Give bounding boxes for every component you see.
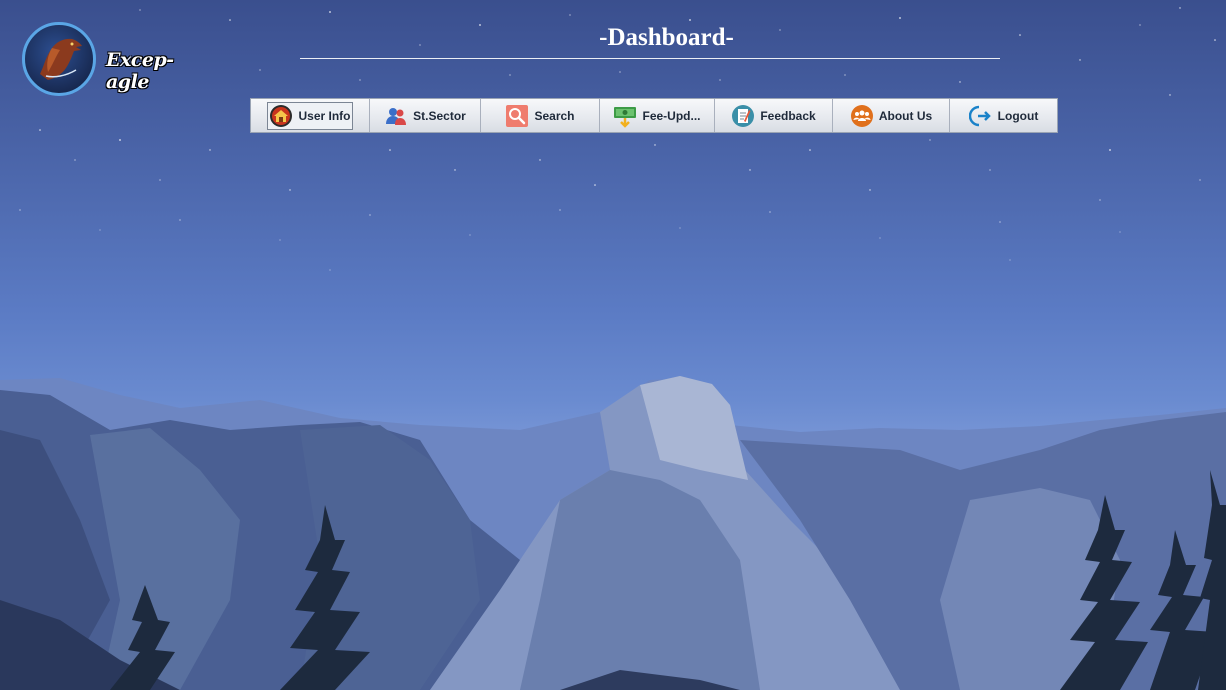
- feedback-button[interactable]: Feedback: [715, 99, 833, 132]
- fee-update-button[interactable]: Fee-Upd...: [600, 99, 715, 132]
- user-info-focus-box: User Info: [267, 101, 353, 130]
- logout-label: Logout: [997, 108, 1039, 123]
- user-info-label: User Info: [298, 108, 351, 123]
- about-us-label: About Us: [878, 108, 933, 123]
- logo-text: Excep-agle: [106, 49, 174, 93]
- title-divider: [300, 58, 1000, 59]
- st-sector-label: St.Sector: [413, 108, 466, 123]
- feedback-label: Feedback: [760, 108, 816, 123]
- about-us-button[interactable]: About Us: [833, 99, 950, 132]
- search-label: Search: [534, 108, 575, 123]
- group-icon: [850, 104, 873, 127]
- main-toolbar: User Info St.Sector Search Fee-Upd... Fe…: [250, 98, 1058, 133]
- money-icon: [614, 106, 637, 128]
- users-icon: [386, 107, 407, 125]
- logout-button[interactable]: Logout: [950, 99, 1057, 132]
- page-title: -Dashboard-: [599, 24, 734, 51]
- home-icon: [270, 104, 293, 127]
- feedback-icon: [732, 104, 755, 127]
- fee-update-label: Fee-Upd...: [642, 108, 701, 123]
- app-logo: Excep-agle: [22, 22, 192, 98]
- user-info-button[interactable]: User Info: [251, 99, 370, 132]
- logout-icon: [968, 105, 991, 126]
- search-button[interactable]: Search: [481, 99, 600, 132]
- search-icon: [506, 104, 529, 127]
- st-sector-button[interactable]: St.Sector: [370, 99, 481, 132]
- eagle-icon: [40, 38, 82, 80]
